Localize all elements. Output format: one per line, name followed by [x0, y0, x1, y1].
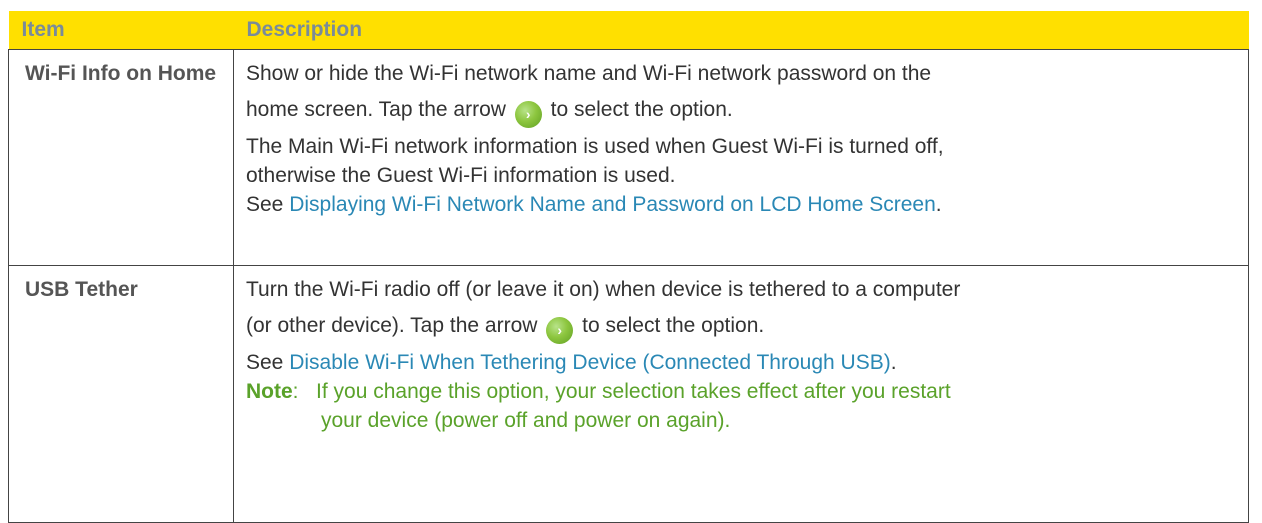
text-segment: See: [246, 351, 284, 374]
text-segment: .: [935, 193, 942, 216]
table-row: USB Tether Turn the Wi-Fi radio off (or …: [8, 265, 1249, 523]
item-cell: Wi-Fi Info on Home: [8, 49, 234, 266]
description-cell: Show or hide the Wi-Fi network name and …: [233, 49, 1249, 266]
table-header-row: Item Description: [8, 11, 1249, 50]
table-row: Wi-Fi Info on Home Show or hide the Wi-F…: [8, 49, 1249, 266]
description-cell: Turn the Wi-Fi radio off (or leave it on…: [233, 265, 1249, 523]
description-line: See Disable Wi-Fi When Tethering Device …: [246, 348, 1240, 377]
description-line: The Main Wi-Fi network information is us…: [246, 135, 944, 158]
description-line: See Displaying Wi-Fi Network Name and Pa…: [246, 190, 1240, 219]
text-segment: See: [246, 193, 284, 216]
displaying-wifi-name-link[interactable]: Displaying Wi-Fi Network Name and Passwo…: [289, 193, 936, 216]
note-continuation: your device (power off and power on agai…: [321, 409, 731, 432]
column-header-description: Description: [233, 11, 1249, 50]
description-line: home screen. Tap the arrow › to select t…: [246, 88, 1240, 132]
item-cell: USB Tether: [8, 265, 234, 523]
text-segment: to select the option.: [582, 314, 765, 337]
green-arrow-icon[interactable]: ›: [514, 101, 542, 128]
description-line: otherwise the Guest Wi-Fi information is…: [246, 164, 676, 187]
note-line: Note: If you change this option, your se…: [246, 377, 1240, 406]
note-label: Note: [246, 380, 293, 403]
settings-table: Item Description Wi-Fi Info on Home Show…: [8, 11, 1249, 523]
description-line: (or other device). Tap the arrow › to se…: [246, 304, 1240, 348]
note-colon: :: [292, 380, 299, 403]
green-arrow-icon[interactable]: ›: [546, 317, 574, 344]
text-segment: home screen. Tap the arrow: [246, 98, 506, 121]
disable-wifi-tethering-link[interactable]: Disable Wi-Fi When Tethering Device (Con…: [289, 351, 890, 374]
text-segment: to select the option.: [550, 98, 733, 121]
column-header-item: Item: [8, 11, 234, 50]
description-line: Show or hide the Wi-Fi network name and …: [246, 62, 932, 85]
description-line: Turn the Wi-Fi radio off (or leave it on…: [246, 278, 961, 301]
text-segment: (or other device). Tap the arrow: [246, 314, 538, 337]
text-segment: .: [890, 351, 897, 374]
note-text: If you change this option, your selectio…: [316, 380, 951, 403]
